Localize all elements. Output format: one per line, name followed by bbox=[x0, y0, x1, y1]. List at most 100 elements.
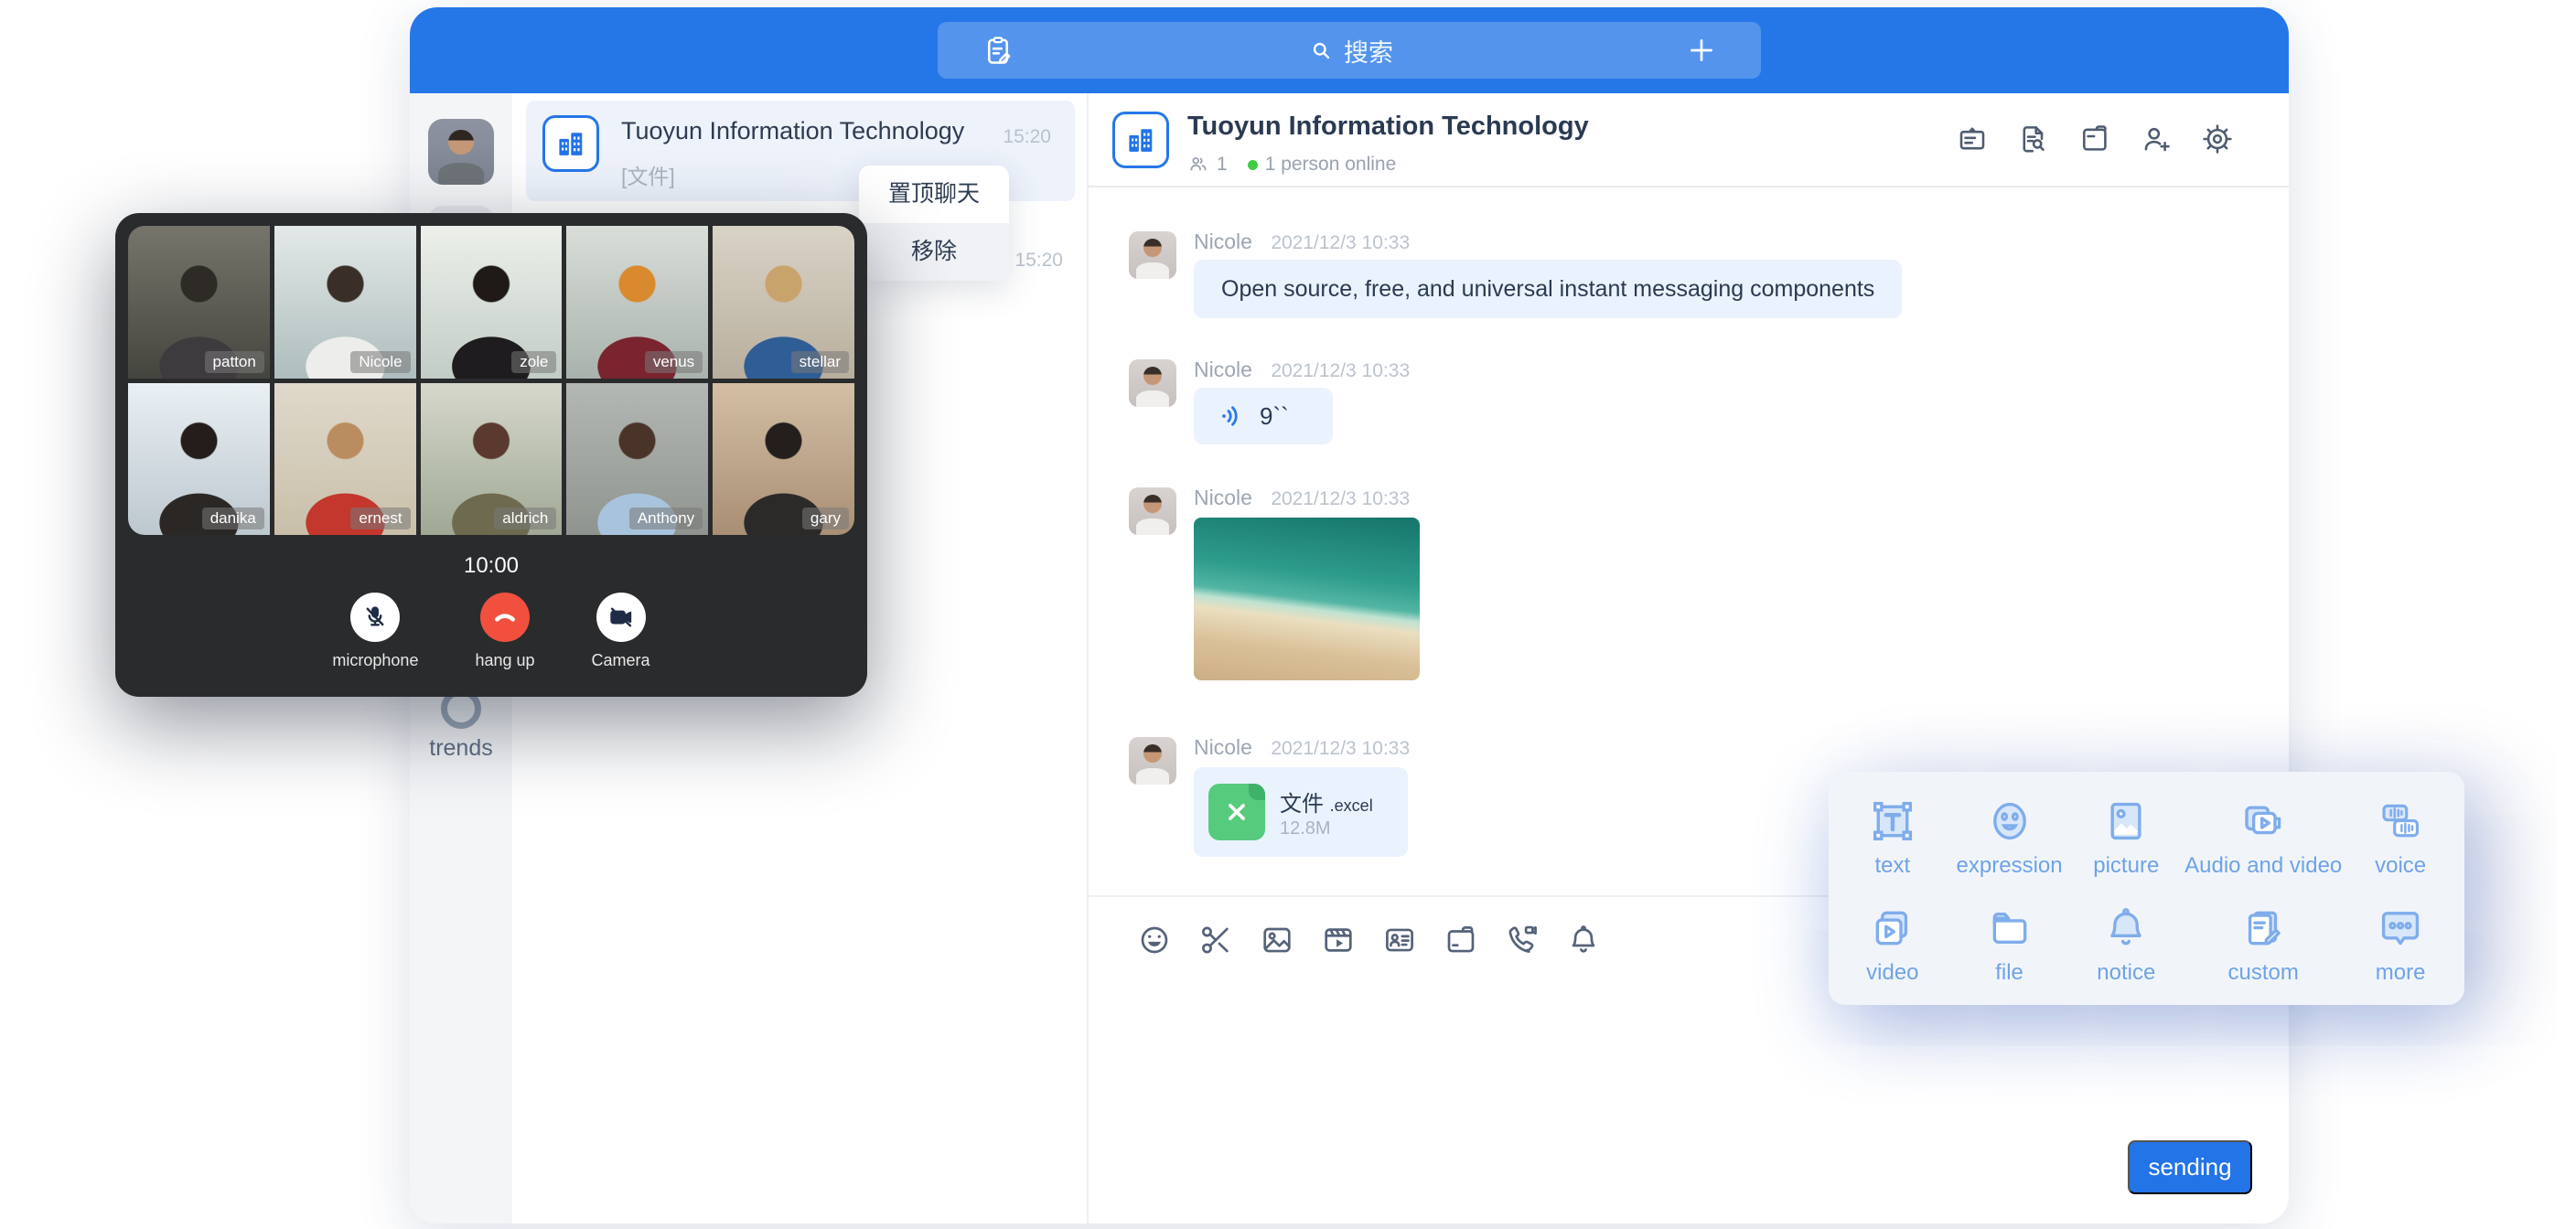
avatar[interactable] bbox=[1129, 359, 1176, 407]
popup-item-label: voice bbox=[2375, 853, 2426, 879]
participant-tile: stellar bbox=[713, 226, 854, 379]
message-time: 2021/12/3 10:33 bbox=[1271, 488, 1410, 509]
microphone-label: microphone bbox=[332, 651, 418, 670]
participant-tile: ernest bbox=[274, 383, 416, 536]
conversation-preview: [文件] bbox=[621, 159, 675, 190]
group-building-icon bbox=[1112, 112, 1169, 168]
conversation-time-2: 15:20 bbox=[1014, 250, 1063, 272]
popup-item-more[interactable]: more bbox=[2342, 892, 2459, 999]
participant-name: Anthony bbox=[629, 508, 703, 529]
popup-item-text[interactable]: text bbox=[1834, 785, 1951, 892]
trends-label[interactable]: trends bbox=[410, 735, 512, 762]
video-clip-icon[interactable] bbox=[1321, 923, 1356, 957]
participant-tile: gary bbox=[713, 383, 854, 536]
send-button[interactable]: sending bbox=[2128, 1140, 2252, 1194]
popup-item-picture[interactable]: picture bbox=[2067, 785, 2184, 892]
message-meta: Nicole 2021/12/3 10:33 bbox=[1194, 358, 1410, 382]
participant-tile: zole bbox=[421, 226, 563, 379]
notification-bell-icon[interactable] bbox=[1566, 923, 1601, 957]
popup-item-label: video bbox=[1866, 960, 1918, 986]
popup-item-label: Audio and video bbox=[2184, 853, 2342, 879]
participant-tile: patton bbox=[128, 226, 270, 379]
text-bubble[interactable]: Open source, free, and universal instant… bbox=[1194, 260, 1902, 318]
message-meta: Nicole 2021/12/3 10:33 bbox=[1194, 735, 1410, 760]
popup-item-audio-video[interactable]: Audio and video bbox=[2184, 785, 2342, 892]
chat-header: Tuoyun Information Technology 1 1 person… bbox=[1089, 93, 2289, 187]
online-dot bbox=[1248, 160, 1258, 170]
participant-tile: Nicole bbox=[274, 226, 416, 379]
popup-item-custom[interactable]: custom bbox=[2184, 892, 2342, 999]
popup-item-notice[interactable]: notice bbox=[2067, 892, 2184, 999]
file-icon[interactable] bbox=[2078, 123, 2111, 155]
file-size: 12.8M bbox=[1280, 818, 1331, 839]
sender-name: Nicole bbox=[1194, 486, 1252, 509]
contact-card-icon[interactable] bbox=[1382, 923, 1417, 957]
popup-item-expression[interactable]: expression bbox=[1951, 785, 2068, 892]
my-avatar[interactable] bbox=[428, 119, 494, 185]
conversation-title: Tuoyun Information Technology bbox=[621, 117, 964, 145]
chat-panel: Tuoyun Information Technology 1 1 person… bbox=[1089, 93, 2289, 1224]
chat-title: Tuoyun Information Technology bbox=[1187, 112, 1589, 142]
conversation-time: 15:20 bbox=[1003, 126, 1051, 148]
image-icon[interactable] bbox=[1260, 923, 1294, 957]
menu-item-pin[interactable]: 置顶聊天 bbox=[859, 166, 1009, 223]
video-call-icon[interactable] bbox=[1505, 923, 1540, 957]
chat-history-search-icon[interactable] bbox=[2017, 123, 2050, 155]
menu-item-remove[interactable]: 移除 bbox=[859, 223, 1009, 281]
popup-item-label: notice bbox=[2097, 960, 2155, 986]
message-meta: Nicole 2021/12/3 10:33 bbox=[1194, 230, 1410, 254]
board-icon[interactable] bbox=[1956, 123, 1989, 155]
message-meta: Nicole 2021/12/3 10:33 bbox=[1194, 486, 1410, 510]
conversation-context-menu: 置顶聊天 移除 bbox=[859, 166, 1009, 281]
notes-icon[interactable] bbox=[982, 34, 1014, 67]
popup-item-label: file bbox=[1995, 960, 2023, 986]
search-input[interactable]: 搜索 bbox=[1014, 33, 1686, 69]
avatar[interactable] bbox=[1129, 231, 1176, 279]
search-bar[interactable]: 搜索 bbox=[938, 22, 1761, 79]
screenshot-scissors-icon[interactable] bbox=[1198, 923, 1233, 957]
voice-wave-icon bbox=[1218, 402, 1245, 430]
voice-bubble[interactable]: 9`` bbox=[1194, 388, 1333, 444]
file-name: 文件 .excel bbox=[1280, 785, 1373, 818]
search-icon bbox=[1307, 37, 1335, 64]
avatar[interactable] bbox=[1129, 487, 1176, 535]
camera-muted-icon bbox=[596, 593, 646, 642]
participant-grid: patton Nicole zole venus stellar danika … bbox=[128, 226, 854, 535]
image-attachment[interactable] bbox=[1194, 518, 1420, 680]
message-type-popup: text expression picture Audio and video bbox=[1829, 772, 2464, 1005]
file-bubble[interactable]: 文件 .excel 12.8M bbox=[1194, 767, 1408, 857]
popup-item-video[interactable]: video bbox=[1834, 892, 1951, 999]
call-controls: microphone hang up Camera bbox=[115, 593, 867, 670]
participant-name: patton bbox=[205, 351, 264, 373]
sender-name: Nicole bbox=[1194, 735, 1252, 759]
participant-name: gary bbox=[802, 508, 849, 529]
hang-up-label: hang up bbox=[475, 651, 534, 670]
popup-item-label: text bbox=[1875, 853, 1911, 879]
message-time: 2021/12/3 10:33 bbox=[1271, 738, 1410, 759]
participant-name: Nicole bbox=[350, 351, 410, 373]
participant-name: venus bbox=[645, 351, 703, 373]
hang-up-button[interactable]: hang up bbox=[475, 593, 534, 670]
microphone-button[interactable]: microphone bbox=[332, 593, 418, 670]
popup-item-voice[interactable]: voice bbox=[2342, 785, 2459, 892]
group-call-window[interactable]: patton Nicole zole venus stellar danika … bbox=[115, 213, 867, 697]
add-member-icon[interactable] bbox=[2140, 123, 2173, 155]
popup-item-file[interactable]: file bbox=[1951, 892, 2068, 999]
search-placeholder: 搜索 bbox=[1344, 33, 1393, 69]
microphone-muted-icon bbox=[350, 593, 400, 642]
file-ext: .excel bbox=[1330, 796, 1373, 815]
plus-icon[interactable] bbox=[1686, 35, 1717, 66]
participant-tile: danika bbox=[128, 383, 270, 536]
online-status: 1 person online bbox=[1265, 154, 1397, 176]
hang-up-icon bbox=[480, 593, 530, 642]
members-icon bbox=[1187, 154, 1209, 176]
settings-icon[interactable] bbox=[2201, 123, 2234, 155]
participant-tile: aldrich bbox=[421, 383, 563, 536]
member-count: 1 bbox=[1217, 154, 1228, 176]
folder-icon[interactable] bbox=[1444, 923, 1478, 957]
emoji-icon[interactable] bbox=[1137, 923, 1172, 957]
avatar[interactable] bbox=[1129, 737, 1176, 785]
participant-tile: venus bbox=[566, 226, 708, 379]
popup-item-label: more bbox=[2376, 960, 2426, 986]
camera-button[interactable]: Camera bbox=[592, 593, 650, 670]
